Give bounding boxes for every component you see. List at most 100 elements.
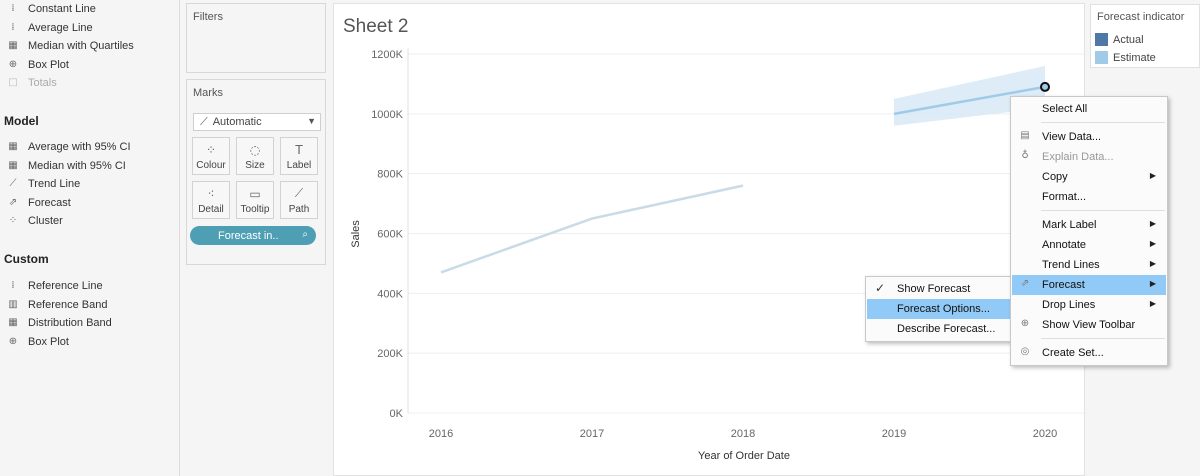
analytics-item-label: Reference Band — [28, 298, 108, 311]
mark-type-dropdown[interactable]: ⟋ Automatic ▼ — [193, 113, 321, 131]
analytics-item-label: Distribution Band — [28, 317, 112, 329]
line-mark-icon: ⟋ — [200, 115, 208, 128]
submenu-arrow-icon: ▶ — [1149, 279, 1156, 288]
analytics-item-reference-line[interactable]: ⁞ Reference Line — [6, 278, 103, 294]
y-tick-label: 200K — [377, 348, 403, 360]
menu-item-create-set[interactable]: ◎ Create Set... — [1012, 343, 1166, 363]
cluster-icon: ⁘ — [8, 215, 18, 226]
menu-separator — [1041, 338, 1165, 339]
tooltip-mark-button[interactable]: ▭ Tooltip — [236, 181, 274, 219]
colour-mark-button[interactable]: ⁘ Colour — [192, 137, 230, 175]
mark-button-label: Colour — [196, 160, 226, 171]
view-canvas: Sheet 2 0K 200K 400K 600K 800K 1000K 1200K 2016… — [333, 3, 1085, 476]
analytics-item-box-plot[interactable]: ⊕ Box Plot — [6, 57, 69, 73]
forecast-submenu: ✓ Show Forecast Forecast Options... Describ… — [865, 276, 1012, 342]
submenu-item-forecast-options[interactable]: Forecast Options... — [867, 299, 1010, 319]
menu-item-explain-data[interactable]: ♁ Explain Data... — [1012, 147, 1166, 167]
legend-swatch — [1095, 33, 1108, 46]
menu-item-label: Forecast — [1042, 279, 1085, 291]
x-tick-label: 2017 — [580, 428, 604, 440]
menu-item-annotate[interactable]: Annotate ▶ — [1012, 235, 1166, 255]
menu-separator — [1041, 210, 1165, 211]
submenu-item-show-forecast[interactable]: ✓ Show Forecast — [867, 279, 1010, 299]
mark-button-label: Label — [286, 160, 312, 171]
legend-swatch — [1095, 51, 1108, 64]
analytics-item-totals[interactable]: □ Totals — [6, 75, 56, 91]
menu-item-label: Copy — [1042, 171, 1068, 183]
analytics-item-average-line[interactable]: ⁞ Average Line — [6, 20, 92, 36]
menu-item-format[interactable]: Format... — [1012, 187, 1166, 207]
mark-type-value: Automatic — [212, 116, 262, 128]
series-line-actual[interactable] — [440, 184, 744, 274]
explain-data-icon: ♁ — [1021, 150, 1029, 161]
y-tick-label: 0K — [390, 408, 404, 420]
trend-line-icon: ⟋ — [9, 178, 17, 189]
analytics-pane: ⁞ Constant Line ⁞ Average Line ▦ Median with … — [0, 0, 180, 476]
x-axis-title: Year of Order Date — [698, 450, 790, 462]
filters-shelf[interactable]: Filters — [186, 3, 326, 73]
menu-item-select-all[interactable]: Select All — [1012, 99, 1166, 119]
legend-label: Actual — [1113, 33, 1144, 46]
shelves-column: Filters Marks ⟋ Automatic ▼ Forecast in.… — [180, 0, 332, 476]
forecast-icon: ⇗ — [1020, 278, 1030, 289]
marks-title: Marks — [193, 87, 223, 99]
selected-mark[interactable] — [1040, 81, 1050, 92]
reference-line-icon: ⁞ — [11, 280, 15, 291]
label-mark-button[interactable]: T Label — [280, 137, 318, 175]
checkmark-icon: ✓ — [875, 281, 886, 295]
path-icon: ⟋ — [294, 186, 304, 200]
menu-item-show-view-toolbar[interactable]: ⊕ Show View Toolbar — [1012, 315, 1166, 335]
detail-mark-button[interactable]: ⁖ Detail — [192, 181, 230, 219]
forecast-chart[interactable]: 0K 200K 400K 600K 800K 1000K 1200K 2016 2017 2018… — [334, 4, 1086, 476]
view-data-icon: ▤ — [1020, 130, 1030, 141]
forecast-indicator-pill[interactable]: Forecast in.. ⌕ — [190, 226, 316, 245]
y-tick-label: 600K — [377, 229, 403, 241]
reference-band-icon: ▥ — [8, 298, 18, 310]
analytics-item-label: Median with Quartiles — [28, 40, 134, 52]
mark-button-label: Tooltip — [240, 204, 270, 215]
constant-line-icon: ⁞ — [11, 3, 15, 14]
size-mark-button[interactable]: ◌ Size — [236, 137, 274, 175]
menu-item-copy[interactable]: Copy ▶ — [1012, 167, 1166, 187]
analytics-item-reference-band[interactable]: ▥ Reference Band — [6, 297, 108, 313]
analytics-item-cluster[interactable]: ⁘ Cluster — [6, 213, 63, 229]
create-set-icon: ◎ — [1020, 346, 1030, 357]
analytics-item-forecast[interactable]: ⇗ Forecast — [6, 195, 71, 211]
average-line-icon: ⁞ — [11, 21, 15, 33]
analytics-item-label: Median with 95% CI — [28, 159, 126, 172]
analytics-item-median-with-quartiles[interactable]: ▦ Median with Quartiles — [6, 38, 134, 54]
average-ci-icon: ▦ — [8, 141, 18, 152]
menu-item-label: Format... — [1042, 191, 1087, 203]
chevron-down-icon: ▼ — [307, 116, 316, 126]
menu-item-label: Explain Data... — [1042, 151, 1114, 163]
analytics-item-box-plot[interactable]: ⊕ Box Plot — [6, 334, 69, 350]
menu-item-label: Annotate — [1042, 239, 1087, 251]
legend-item-actual[interactable]: Actual — [1095, 33, 1144, 46]
analytics-item-distribution-band[interactable]: ▦ Distribution Band — [6, 315, 112, 331]
mark-button-label: Size — [245, 160, 265, 171]
analytics-item-average-with-95-ci[interactable]: ▦ Average with 95% CI — [6, 139, 131, 155]
detail-icon: ⁖ — [207, 187, 215, 201]
submenu-item-describe-forecast[interactable]: Describe Forecast... — [867, 319, 1010, 339]
analytics-item-median-with-95-ci[interactable]: ▦ Median with 95% CI — [6, 158, 126, 174]
x-tick-label: 2018 — [731, 428, 755, 440]
menu-item-label: Mark Label — [1042, 219, 1097, 231]
menu-item-trend-lines[interactable]: Trend Lines ▶ — [1012, 255, 1166, 275]
menu-item-view-data[interactable]: ▤ View Data... — [1012, 127, 1166, 147]
path-mark-button[interactable]: ⟋ Path — [280, 181, 318, 219]
menu-item-drop-lines[interactable]: Drop Lines ▶ — [1012, 295, 1166, 315]
analytics-item-label: Average with 95% CI — [28, 141, 131, 153]
forecast-icon: ⇗ — [8, 196, 18, 208]
analytics-item-trend-line[interactable]: ⟋ Trend Line — [6, 176, 81, 192]
y-tick-label: 400K — [377, 288, 403, 300]
analytics-item-constant-line[interactable]: ⁞ Constant Line — [6, 1, 96, 17]
distribution-band-icon: ▦ — [8, 317, 18, 328]
analytics-item-label: Reference Line — [28, 280, 103, 292]
legend-item-estimate[interactable]: Estimate — [1095, 51, 1156, 64]
colour-icon: ⁘ — [205, 143, 217, 157]
menu-item-forecast[interactable]: ⇗ Forecast ▶ — [1012, 275, 1166, 295]
menu-item-mark-label[interactable]: Mark Label ▶ — [1012, 215, 1166, 235]
menu-item-label: Select All — [1042, 103, 1088, 115]
analytics-item-label: Constant Line — [28, 3, 96, 15]
x-tick-label: 2020 — [1033, 428, 1057, 440]
